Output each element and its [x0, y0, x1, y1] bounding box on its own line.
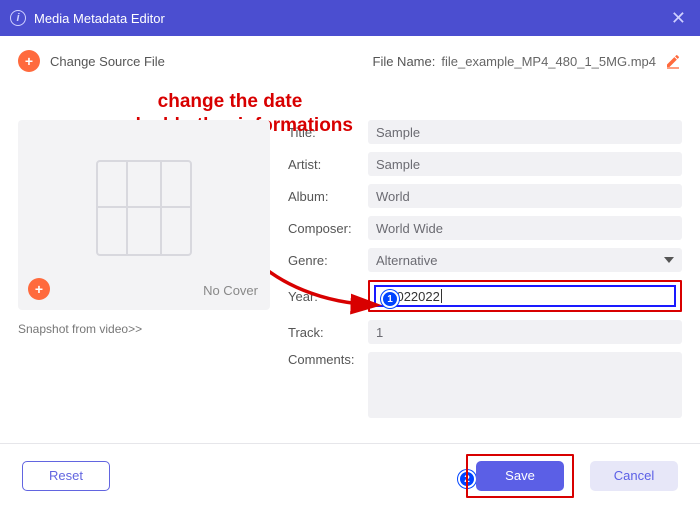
- field-track: Track: 1: [288, 320, 682, 344]
- change-source-add-button[interactable]: +: [18, 50, 40, 72]
- window-title: Media Metadata Editor: [34, 11, 667, 26]
- snapshot-from-video-link[interactable]: Snapshot from video>>: [18, 322, 142, 336]
- track-label: Track:: [288, 325, 368, 340]
- edit-filename-icon[interactable]: [664, 52, 682, 70]
- genre-label: Genre:: [288, 253, 368, 268]
- annotation-highlight-year: 03022022: [368, 280, 682, 312]
- year-value: 03022022: [382, 289, 440, 304]
- field-album: Album: World: [288, 184, 682, 208]
- field-composer: Composer: World Wide: [288, 216, 682, 240]
- comments-input[interactable]: [368, 352, 682, 418]
- field-genre: Genre: Alternative: [288, 248, 682, 272]
- album-input[interactable]: World: [368, 184, 682, 208]
- titlebar: i Media Metadata Editor ✕: [0, 0, 700, 36]
- annotation-line-1: change the date: [100, 90, 360, 114]
- top-row: + Change Source File File Name: file_exa…: [18, 50, 682, 72]
- save-button[interactable]: Save: [476, 461, 564, 491]
- cover-preview[interactable]: + No Cover: [18, 120, 270, 310]
- field-year: Year: 03022022: [288, 280, 682, 312]
- artist-input[interactable]: Sample: [368, 152, 682, 176]
- genre-select[interactable]: Alternative: [368, 248, 682, 272]
- title-label: Title:: [288, 125, 368, 140]
- album-label: Album:: [288, 189, 368, 204]
- field-artist: Artist: Sample: [288, 152, 682, 176]
- field-title: Title: Sample: [288, 120, 682, 144]
- title-input[interactable]: Sample: [368, 120, 682, 144]
- year-label: Year:: [288, 289, 368, 304]
- composer-input[interactable]: World Wide: [368, 216, 682, 240]
- annotation-highlight-save: Save: [466, 454, 574, 498]
- comments-label: Comments:: [288, 352, 368, 367]
- no-cover-label: No Cover: [203, 283, 258, 298]
- track-input[interactable]: 1: [368, 320, 682, 344]
- field-comments: Comments:: [288, 352, 682, 418]
- fields-column: Title: Sample Artist: Sample Album: Worl…: [288, 120, 682, 426]
- info-icon: i: [10, 10, 26, 26]
- change-source-link[interactable]: Change Source File: [50, 54, 165, 69]
- cover-placeholder-icon: [96, 160, 192, 256]
- close-icon[interactable]: ✕: [667, 8, 690, 29]
- artist-label: Artist:: [288, 157, 368, 172]
- add-cover-button[interactable]: +: [28, 278, 50, 300]
- filename-value: file_example_MP4_480_1_5MG.mp4: [441, 54, 656, 69]
- reset-button[interactable]: Reset: [22, 461, 110, 491]
- cancel-button[interactable]: Cancel: [590, 461, 678, 491]
- year-input[interactable]: 03022022: [374, 285, 676, 307]
- filename-label: File Name:: [373, 54, 436, 69]
- composer-label: Composer:: [288, 221, 368, 236]
- cover-column: + No Cover Snapshot from video>>: [18, 120, 270, 426]
- footer: Reset Save Cancel: [0, 443, 700, 507]
